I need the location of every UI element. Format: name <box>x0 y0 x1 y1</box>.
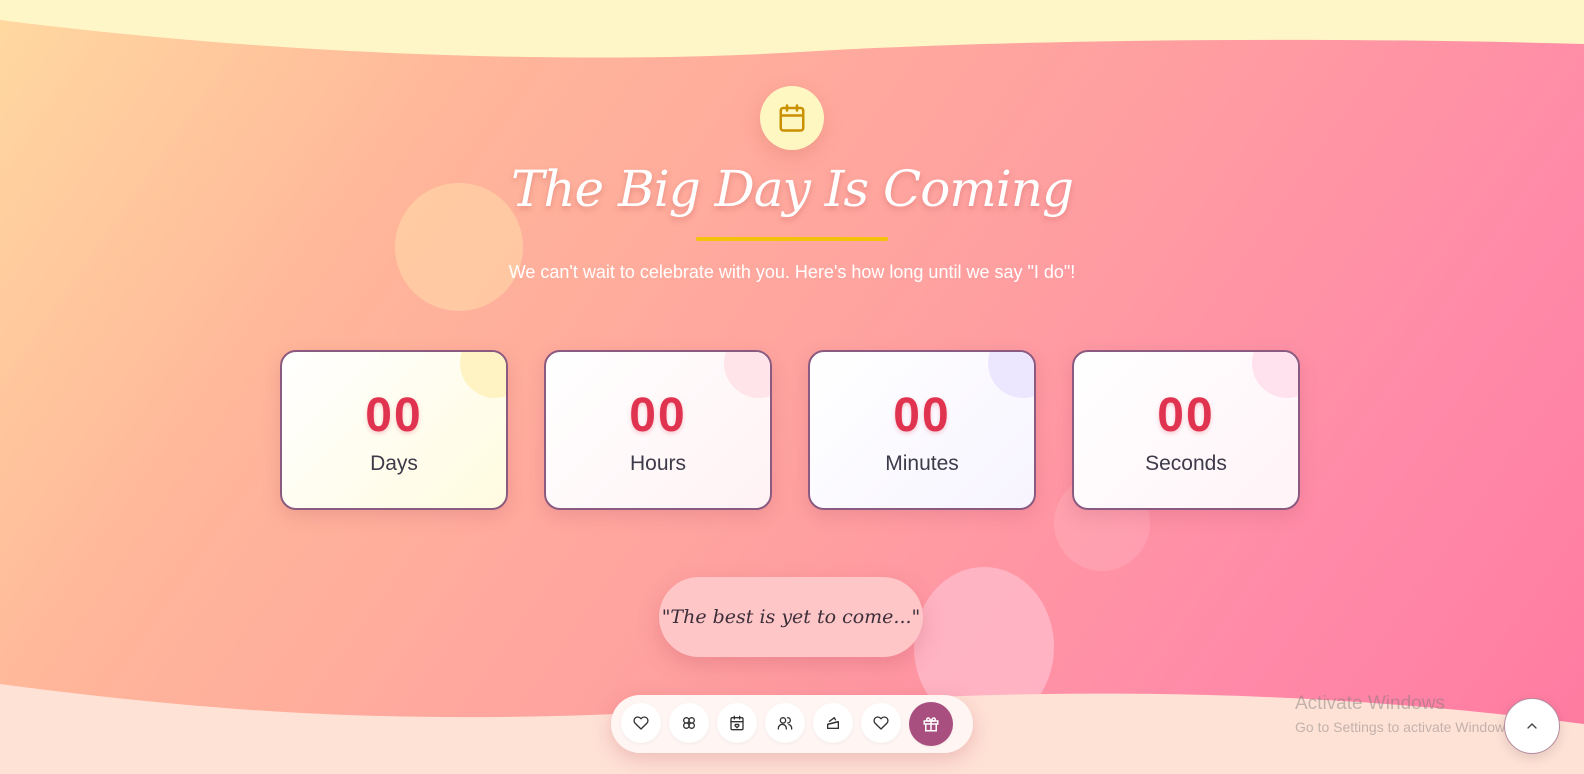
nav-heart-button[interactable] <box>861 703 901 743</box>
title-underline <box>696 237 888 241</box>
countdown-value: 00 <box>629 389 687 442</box>
calendar-badge <box>760 86 824 150</box>
countdown-value: 00 <box>1157 389 1215 442</box>
calendar-icon <box>779 104 805 132</box>
quote-bubble: "The best is yet to come..." <box>659 577 923 657</box>
nav-heart-button[interactable] <box>621 703 661 743</box>
scroll-to-top-button[interactable] <box>1504 698 1560 754</box>
countdown-value: 00 <box>365 389 423 442</box>
top-wave <box>0 0 1584 58</box>
heart-icon <box>873 716 889 730</box>
watermark-title: Activate Windows <box>1295 693 1445 714</box>
nav-calendar-button[interactable] <box>717 703 757 743</box>
countdown-cards: 00 Days 00 Hours 00 Minutes 00 Seconds <box>280 350 1304 514</box>
nav-flower-button[interactable] <box>669 703 709 743</box>
chevron-up-icon <box>1527 723 1537 729</box>
countdown-card-days: 00 Days <box>280 350 508 510</box>
users-icon <box>777 717 793 730</box>
page-title: The Big Day Is Coming <box>511 160 1074 218</box>
countdown-value: 00 <box>893 389 951 442</box>
countdown-label: Hours <box>629 452 687 475</box>
countdown-card-hours: 00 Hours <box>544 350 772 510</box>
watermark-subtitle: Go to Settings to activate Windows. <box>1295 719 1516 735</box>
countdown-label: Minutes <box>885 452 959 475</box>
page-subtitle: We can't wait to celebrate with you. Her… <box>508 262 1076 282</box>
nav-guests-button[interactable] <box>765 703 805 743</box>
cake-icon <box>827 717 839 729</box>
countdown-label: Seconds <box>1145 452 1227 475</box>
bottom-nav <box>611 695 973 753</box>
calendar-heart-icon <box>730 715 744 731</box>
gift-icon <box>923 717 939 732</box>
countdown-label: Days <box>370 452 418 475</box>
countdown-card-seconds: 00 Seconds <box>1072 350 1300 510</box>
heart-icon <box>633 716 649 730</box>
flower-icon <box>683 717 695 729</box>
nav-gift-button[interactable] <box>909 702 953 746</box>
countdown-card-minutes: 00 Minutes <box>808 350 1036 510</box>
windows-activation-watermark: Activate Windows Go to Settings to activ… <box>1295 693 1516 735</box>
nav-cake-button[interactable] <box>813 703 853 743</box>
